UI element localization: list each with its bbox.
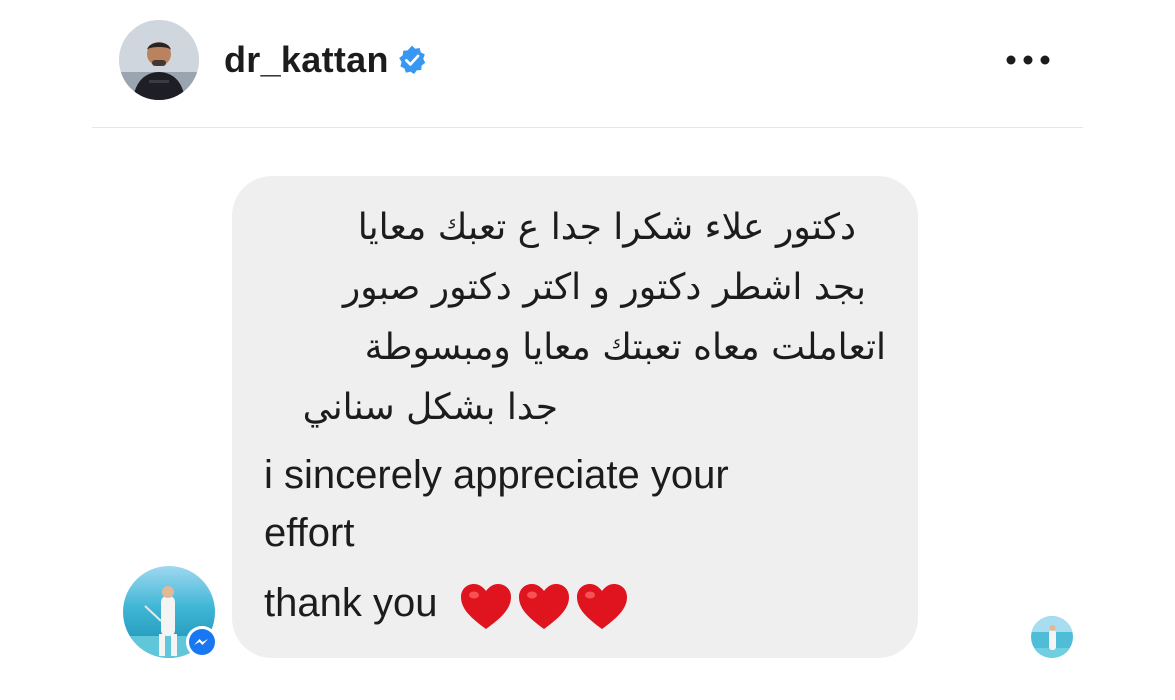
profile-photo bbox=[119, 20, 199, 100]
instagram-post-screenshot: dr_kattan دكتور علاء شكرا جدا ع تعبك معا… bbox=[0, 0, 1175, 700]
seen-photo bbox=[1031, 616, 1073, 658]
message-line-arabic-1: دكتور علاء شكرا جدا ع تعبك معايا bbox=[357, 207, 856, 248]
verified-badge-icon bbox=[399, 45, 426, 74]
profile-avatar[interactable] bbox=[119, 20, 199, 100]
message-closing-text: thank you bbox=[264, 581, 438, 625]
username[interactable]: dr_kattan bbox=[224, 38, 389, 82]
heart-icon bbox=[576, 583, 627, 629]
message-line-arabic-3: اتعاملت معاه تعبتك معايا ومبسوطة bbox=[364, 327, 886, 368]
message-line-english-1: i sincerely appreciate your bbox=[264, 453, 729, 497]
message-line-arabic-4: جدا بشكل سناني bbox=[302, 387, 558, 428]
heart-icon bbox=[460, 583, 511, 629]
message-bubble[interactable]: دكتور علاء شكرا جدا ع تعبك معايا بجد اشط… bbox=[232, 176, 918, 658]
message-line-english-2: effort bbox=[264, 511, 355, 555]
more-horizontal-icon[interactable] bbox=[1000, 44, 1056, 76]
seen-avatar bbox=[1031, 616, 1073, 658]
heart-emoji-group bbox=[459, 579, 633, 631]
header-divider bbox=[92, 127, 1083, 128]
messenger-icon bbox=[186, 626, 218, 658]
message-closing-line: thank you bbox=[264, 578, 633, 632]
post-header: dr_kattan bbox=[0, 0, 1175, 128]
message-line-arabic-2: بجد اشطر دكتور و اكتر دكتور صبور bbox=[342, 267, 866, 308]
heart-icon bbox=[518, 583, 569, 629]
